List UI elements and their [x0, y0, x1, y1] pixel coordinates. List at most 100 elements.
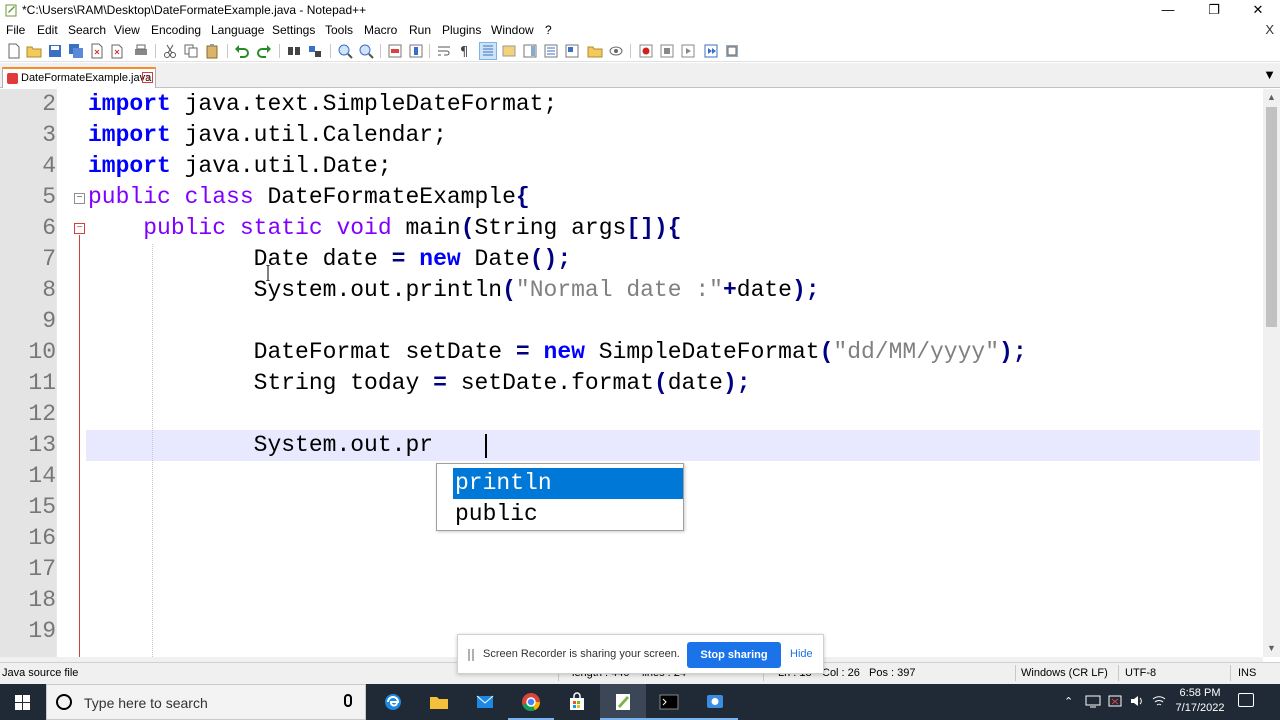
- taskbar-mail[interactable]: [462, 684, 508, 720]
- action-center-icon[interactable]: [1238, 693, 1254, 707]
- close-window-button[interactable]: ✕: [1236, 0, 1280, 21]
- tab-close-icon[interactable]: x: [142, 72, 153, 83]
- user-defined-language-icon[interactable]: [501, 43, 517, 59]
- fold-marker-icon[interactable]: −: [74, 223, 85, 234]
- status-eol: Windows (CR LF): [1021, 667, 1108, 679]
- menu-macro[interactable]: Macro: [364, 23, 397, 37]
- vertical-scrollbar[interactable]: ▲ ▼: [1263, 89, 1280, 657]
- windows-start-icon[interactable]: [0, 684, 46, 720]
- taskbar-search-box[interactable]: Type here to search: [46, 684, 366, 720]
- status-file-type: Java source file: [2, 667, 79, 679]
- minimize-button[interactable]: —: [1146, 0, 1190, 21]
- scroll-down-icon[interactable]: ▼: [1263, 640, 1280, 657]
- code-token: import: [88, 91, 171, 117]
- wifi-icon[interactable]: [1151, 694, 1167, 708]
- autocomplete-item-public[interactable]: public: [453, 499, 683, 530]
- code-token: setDate.format: [446, 370, 654, 396]
- close-document-icon[interactable]: X: [1265, 22, 1274, 37]
- zoom-out-icon[interactable]: [358, 43, 374, 59]
- speaker-icon[interactable]: [1129, 694, 1145, 708]
- word-wrap-icon[interactable]: [436, 43, 452, 59]
- sync-vertical-icon[interactable]: [387, 43, 403, 59]
- stop-sharing-button[interactable]: Stop sharing: [687, 642, 781, 668]
- save-all-icon[interactable]: [68, 43, 84, 59]
- macro-stop-icon[interactable]: [659, 43, 675, 59]
- macro-play-icon[interactable]: [680, 43, 696, 59]
- toolbar: ¶: [0, 40, 1280, 62]
- macro-save-icon[interactable]: [724, 43, 740, 59]
- code-line: import java.util.Calendar;: [88, 120, 447, 151]
- menu-encoding[interactable]: Encoding: [151, 23, 201, 37]
- restore-button[interactable]: ❐: [1192, 0, 1236, 21]
- code-token: main: [391, 215, 461, 241]
- new-file-icon[interactable]: [6, 43, 22, 59]
- taskbar-chrome[interactable]: [508, 684, 554, 720]
- macro-record-icon[interactable]: [638, 43, 654, 59]
- scroll-up-icon[interactable]: ▲: [1263, 89, 1280, 106]
- doc-map-icon[interactable]: [522, 43, 538, 59]
- redo-icon[interactable]: [256, 43, 272, 59]
- security-icon[interactable]: [1107, 694, 1123, 708]
- fold-margin[interactable]: [56, 89, 86, 657]
- menu-help[interactable]: ?: [545, 23, 552, 37]
- line-number: 6: [42, 215, 56, 241]
- folder-as-workspace-icon[interactable]: [587, 43, 603, 59]
- menu-window[interactable]: Window: [491, 23, 534, 37]
- task-view-button[interactable]: [370, 684, 416, 720]
- scrollbar-thumb[interactable]: [1266, 107, 1277, 327]
- menu-edit[interactable]: Edit: [37, 23, 58, 37]
- close-file-icon[interactable]: [89, 43, 105, 59]
- menu-view[interactable]: View: [114, 23, 140, 37]
- replace-icon[interactable]: [307, 43, 323, 59]
- microphone-icon[interactable]: [344, 694, 352, 707]
- copy-icon[interactable]: [183, 43, 199, 59]
- menu-language[interactable]: Language: [211, 23, 264, 37]
- print-icon[interactable]: [133, 43, 149, 59]
- code-token: import: [88, 122, 171, 148]
- autocomplete-item-println[interactable]: println: [453, 468, 683, 499]
- menu-file[interactable]: File: [6, 23, 25, 37]
- code-line: String today = setDate.format(date);: [88, 368, 751, 399]
- monitoring-icon[interactable]: [608, 43, 624, 59]
- close-all-icon[interactable]: [110, 43, 126, 59]
- macro-run-multiple-icon[interactable]: [703, 43, 719, 59]
- menu-search[interactable]: Search: [68, 23, 106, 37]
- undo-icon[interactable]: [234, 43, 250, 59]
- tray-overflow-icon[interactable]: ⌃: [1064, 695, 1073, 708]
- menu-tools[interactable]: Tools: [325, 23, 353, 37]
- menu-settings[interactable]: Settings: [272, 23, 315, 37]
- zoom-in-icon[interactable]: [337, 43, 353, 59]
- system-clock[interactable]: 6:58 PM 7/17/2022: [1170, 686, 1230, 716]
- indent-guide-icon[interactable]: [479, 42, 497, 60]
- taskbar-screen-recorder[interactable]: [692, 684, 738, 720]
- find-icon[interactable]: [286, 43, 302, 59]
- code-token: (: [502, 277, 516, 303]
- search-icon: [56, 694, 72, 710]
- taskbar-store[interactable]: [554, 684, 600, 720]
- drag-handle-icon[interactable]: [468, 649, 474, 661]
- hide-button[interactable]: Hide: [790, 648, 813, 660]
- code-token: =: [433, 370, 447, 396]
- tab-list-dropdown-icon[interactable]: ▼: [1263, 67, 1276, 82]
- store-icon: [570, 692, 584, 710]
- open-file-icon[interactable]: [26, 43, 42, 59]
- network-icon[interactable]: [1085, 694, 1101, 708]
- taskbar-file-explorer[interactable]: [416, 684, 462, 720]
- code-token: java.text.SimpleDateFormat;: [170, 91, 558, 117]
- show-all-chars-icon[interactable]: ¶: [457, 43, 473, 59]
- paste-icon[interactable]: [204, 43, 220, 59]
- fold-marker-icon[interactable]: −: [74, 193, 85, 204]
- taskbar-notepadpp[interactable]: [600, 684, 646, 720]
- cut-icon[interactable]: [162, 43, 178, 59]
- menu-run[interactable]: Run: [409, 23, 431, 37]
- menu-plugins[interactable]: Plugins: [442, 23, 481, 37]
- fold-range-line: [79, 235, 80, 657]
- function-list-icon[interactable]: [543, 43, 559, 59]
- taskbar-terminal[interactable]: [646, 684, 692, 720]
- folder-workspace-icon[interactable]: [564, 43, 580, 59]
- ibeam-cursor-icon: [266, 265, 270, 281]
- sync-horizontal-icon[interactable]: [408, 43, 424, 59]
- save-icon[interactable]: [47, 43, 63, 59]
- code-editor[interactable]: − − 2 3 4 5 6 7 8 9 10 11 12 13 14 15 16 17 18 19 import j…: [0, 89, 1263, 657]
- tab-dateformateexample[interactable]: DateFormateExample.java x: [2, 67, 156, 88]
